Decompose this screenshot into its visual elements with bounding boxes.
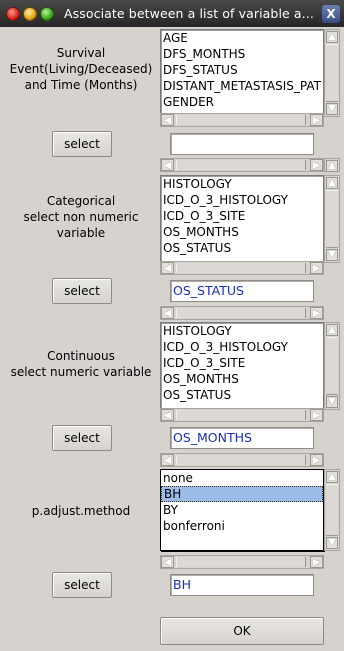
scroll-left-icon[interactable]: ◀	[161, 159, 174, 171]
scroll-left-icon[interactable]: ◀	[161, 307, 174, 319]
scroll-left-icon[interactable]: ◀	[161, 454, 174, 466]
padjust-top-hscrollbar[interactable]: ◀ ▶	[160, 453, 324, 467]
padjust-label: p.adjust.method	[31, 504, 131, 518]
list-item[interactable]: ICD_O_3_HISTOLOGY	[161, 339, 323, 355]
scroll-left-icon[interactable]: ◀	[161, 114, 174, 126]
list-item[interactable]: ICD_O_3_SITE	[161, 355, 323, 371]
survival-label: Survival Event(Living/Deceased) and Time…	[9, 46, 153, 92]
scroll-up-icon[interactable]: ▲	[326, 471, 338, 483]
categorical-top-hscrollbar[interactable]: ◀ ▶	[160, 158, 324, 172]
scroll-left-icon[interactable]: ◀	[161, 409, 174, 421]
padjust-value-field[interactable]: BH	[170, 574, 314, 596]
survival-vscrollbar[interactable]: ▲ ▼	[324, 29, 340, 117]
continuous-vscrollbar[interactable]: ▲ ▼	[324, 322, 340, 410]
padjust-select-button[interactable]: select	[52, 572, 112, 598]
padjust-vscrollbar[interactable]: ▲ ▼	[324, 469, 340, 551]
scroll-thumb[interactable]	[176, 308, 306, 318]
continuous-top-hscrollbar[interactable]: ◀ ▶	[160, 306, 324, 320]
categorical-vscrollbar[interactable]: ▲ ▼	[324, 175, 340, 263]
scroll-down-icon[interactable]: ▼	[326, 537, 338, 549]
scroll-right-icon[interactable]: ▶	[310, 556, 323, 568]
scroll-up-icon[interactable]: ▲	[326, 177, 338, 189]
list-item[interactable]: AGE	[161, 30, 323, 46]
padjust-hscrollbar[interactable]: ◀ ▶	[160, 555, 324, 569]
app-close-icon[interactable]: X	[322, 5, 340, 23]
padjust-listbox[interactable]: none BH BY bonferroni	[160, 469, 324, 551]
list-item[interactable]: OS_MONTHS	[161, 224, 323, 240]
ok-button[interactable]: OK	[160, 617, 324, 645]
window-controls	[6, 6, 54, 21]
scroll-up-icon[interactable]: ▲	[326, 160, 338, 172]
scroll-thumb[interactable]	[326, 337, 338, 395]
scroll-up-icon[interactable]: ▲	[326, 324, 338, 336]
list-item[interactable]: HISTOLOGY	[161, 323, 323, 339]
list-item[interactable]: HISTOLOGY	[161, 176, 323, 192]
scroll-down-icon[interactable]: ▼	[326, 249, 338, 261]
scroll-thumb[interactable]	[326, 190, 338, 248]
continuous-value-field[interactable]: OS_MONTHS	[170, 427, 314, 449]
scroll-right-icon[interactable]: ▶	[310, 114, 323, 126]
list-item[interactable]: DFS_MONTHS	[161, 46, 323, 62]
survival-hscrollbar[interactable]: ◀ ▶	[160, 113, 324, 127]
list-item[interactable]: OS_STATUS	[161, 387, 323, 403]
minimize-window-icon[interactable]	[23, 6, 37, 21]
list-item[interactable]: GENDER	[161, 94, 323, 110]
scroll-down-icon[interactable]: ▼	[326, 396, 338, 408]
list-item[interactable]: OS_MONTHS	[161, 371, 323, 387]
title-bar: Associate between a list of variable a..…	[0, 0, 344, 27]
continuous-hscrollbar[interactable]: ◀ ▶	[160, 408, 324, 422]
list-item[interactable]: bonferroni	[161, 518, 323, 534]
list-item[interactable]: none	[161, 470, 323, 486]
categorical-top-scrollbar[interactable]: ▲	[324, 158, 340, 172]
scroll-left-icon[interactable]: ◀	[161, 262, 174, 274]
scroll-thumb[interactable]	[326, 484, 338, 536]
continuous-select-button[interactable]: select	[52, 425, 112, 451]
scroll-right-icon[interactable]: ▶	[310, 307, 323, 319]
continuous-listbox[interactable]: HISTOLOGY ICD_O_3_HISTOLOGY ICD_O_3_SITE OS…	[160, 322, 324, 410]
continuous-label: Continuous select numeric variable	[10, 349, 152, 379]
list-item[interactable]: DISTANT_METASTASIS_PAT	[161, 78, 323, 94]
scroll-right-icon[interactable]: ▶	[310, 454, 323, 466]
scroll-left-icon[interactable]: ◀	[161, 556, 174, 568]
scroll-down-icon[interactable]: ▼	[326, 103, 338, 115]
list-item[interactable]: BY	[161, 502, 323, 518]
scroll-right-icon[interactable]: ▶	[310, 159, 323, 171]
list-item[interactable]: ICD_O_3_SITE	[161, 208, 323, 224]
categorical-select-button[interactable]: select	[52, 278, 112, 304]
close-window-icon[interactable]	[6, 6, 20, 21]
scroll-thumb[interactable]	[176, 160, 306, 170]
survival-select-button[interactable]: select	[52, 131, 112, 157]
survival-listbox[interactable]: AGE DFS_MONTHS DFS_STATUS DISTANT_METASTASI…	[160, 29, 324, 117]
scroll-thumb[interactable]	[176, 410, 306, 420]
scroll-thumb[interactable]	[176, 263, 306, 273]
categorical-label: Categorical select non numeric variable	[23, 194, 139, 240]
scroll-thumb[interactable]	[176, 557, 306, 567]
scroll-right-icon[interactable]: ▶	[310, 409, 323, 421]
categorical-listbox[interactable]: HISTOLOGY ICD_O_3_HISTOLOGY ICD_O_3_SITE OS…	[160, 175, 324, 263]
list-item[interactable]: DFS_STATUS	[161, 62, 323, 78]
scroll-right-icon[interactable]: ▶	[310, 262, 323, 274]
window-title: Associate between a list of variable a..…	[64, 6, 314, 21]
list-item[interactable]: OS_STATUS	[161, 240, 323, 256]
categorical-value-field[interactable]: OS_STATUS	[170, 280, 314, 302]
list-item[interactable]: BH	[161, 486, 323, 502]
scroll-thumb[interactable]	[326, 44, 338, 102]
categorical-hscrollbar[interactable]: ◀ ▶	[160, 261, 324, 275]
scroll-thumb[interactable]	[176, 115, 306, 125]
survival-value-field[interactable]	[170, 133, 314, 155]
list-item[interactable]: ICD_O_3_HISTOLOGY	[161, 192, 323, 208]
maximize-window-icon[interactable]	[40, 6, 54, 21]
scroll-up-icon[interactable]: ▲	[326, 31, 338, 43]
scroll-thumb[interactable]	[176, 455, 306, 465]
